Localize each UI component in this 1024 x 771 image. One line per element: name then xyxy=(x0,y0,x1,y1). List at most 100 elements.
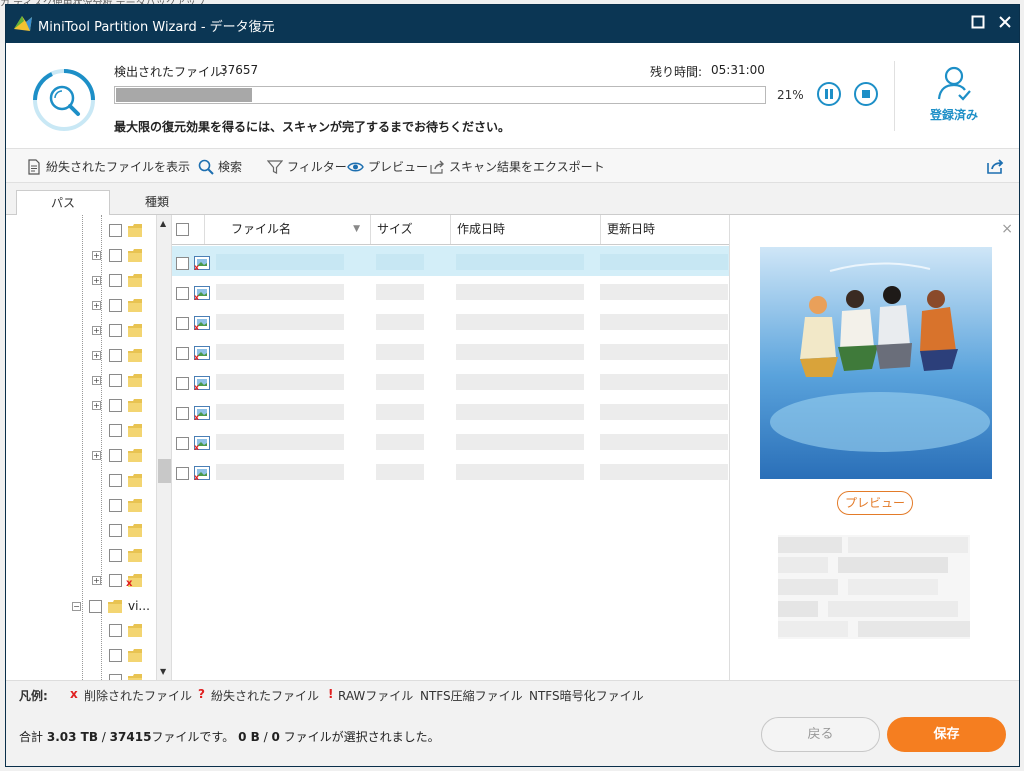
file-row[interactable]: x xyxy=(172,336,729,366)
scrollbar-thumb[interactable] xyxy=(158,459,171,483)
collapse-icon[interactable]: − xyxy=(72,602,81,611)
search-button[interactable]: 検索 xyxy=(198,158,242,175)
tree-node[interactable]: + x xyxy=(6,571,156,591)
tree-scrollbar[interactable]: ▲ ▼ xyxy=(156,215,171,680)
preview-button[interactable]: プレビュー xyxy=(837,491,913,515)
folder-icon xyxy=(128,549,142,562)
select-all-checkbox[interactable] xyxy=(176,223,189,236)
file-row-checkbox[interactable] xyxy=(176,317,189,330)
tree-node[interactable] xyxy=(6,471,156,491)
column-created[interactable]: 作成日時 xyxy=(451,215,601,244)
file-row[interactable]: x xyxy=(172,456,729,486)
back-button[interactable]: 戻る xyxy=(761,717,880,752)
close-icon[interactable] xyxy=(997,15,1013,31)
tree-node[interactable] xyxy=(6,521,156,541)
document-list-icon xyxy=(28,158,40,175)
legend-ntfs-encrypted: NTFS暗号化ファイル xyxy=(529,689,644,703)
folder-icon xyxy=(128,524,142,537)
file-row-checkbox[interactable] xyxy=(176,407,189,420)
tree-node-checkbox[interactable] xyxy=(109,449,122,462)
sort-arrow-icon: ▼ xyxy=(353,224,360,234)
expand-icon[interactable]: + xyxy=(92,326,101,335)
tree-node[interactable] xyxy=(6,646,156,666)
tree-node[interactable]: + xyxy=(6,296,156,316)
file-row-checkbox[interactable] xyxy=(176,257,189,270)
tree-node-checkbox[interactable] xyxy=(109,424,122,437)
filter-button[interactable]: フィルター xyxy=(267,158,347,175)
tree-node[interactable]: + xyxy=(6,321,156,341)
column-modified[interactable]: 更新日時 xyxy=(601,215,729,244)
show-lost-files-button[interactable]: 紛失されたファイルを表示 xyxy=(26,158,190,175)
expand-icon[interactable]: + xyxy=(92,351,101,360)
maximize-icon[interactable] xyxy=(970,15,986,31)
folder-icon xyxy=(128,649,142,662)
expand-icon[interactable]: + xyxy=(92,451,101,460)
preview-close-icon[interactable]: × xyxy=(1001,221,1013,237)
tree-node[interactable] xyxy=(6,421,156,441)
file-row-checkbox[interactable] xyxy=(176,287,189,300)
file-row-checkbox[interactable] xyxy=(176,377,189,390)
expand-icon[interactable]: + xyxy=(92,401,101,410)
file-row-checkbox[interactable] xyxy=(176,467,189,480)
tree-node[interactable]: + xyxy=(6,446,156,466)
tree-node-checkbox[interactable] xyxy=(109,374,122,387)
stop-button[interactable] xyxy=(854,82,878,106)
tree-node[interactable] xyxy=(6,496,156,516)
file-row[interactable]: x xyxy=(172,246,729,276)
registered-user-button[interactable]: 登録済み xyxy=(921,65,987,123)
title-bar[interactable]: MiniTool Partition Wizard - データ復元 xyxy=(6,5,1019,43)
tree-node[interactable]: + xyxy=(6,346,156,366)
scroll-up-arrow-icon[interactable]: ▲ xyxy=(160,219,166,228)
file-row[interactable]: x xyxy=(172,396,729,426)
tree-node-checkbox[interactable] xyxy=(109,499,122,512)
tree-node-checkbox[interactable] xyxy=(109,324,122,337)
save-button[interactable]: 保存 xyxy=(887,717,1006,752)
tree-node[interactable]: + xyxy=(6,271,156,291)
deleted-mark-icon: x xyxy=(70,687,78,701)
tree-node-checkbox[interactable] xyxy=(109,524,122,537)
column-size[interactable]: サイズ xyxy=(371,215,451,244)
tree-node[interactable] xyxy=(6,221,156,241)
preview-toolbar-button[interactable]: プレビュー xyxy=(347,158,428,175)
file-row[interactable]: x xyxy=(172,306,729,336)
tab-path[interactable]: パス xyxy=(16,190,110,216)
expand-icon[interactable]: + xyxy=(92,376,101,385)
column-filename[interactable]: ファイル名 ▼ xyxy=(205,215,371,244)
tree-node-checkbox[interactable] xyxy=(109,224,122,237)
tree-node[interactable]: + xyxy=(6,246,156,266)
scroll-down-arrow-icon[interactable]: ▼ xyxy=(160,667,166,676)
tree-node-checkbox[interactable] xyxy=(109,274,122,287)
tree-node-checkbox[interactable] xyxy=(89,600,102,613)
files-found-label: 検出されたファイル: xyxy=(114,65,227,79)
expand-icon[interactable]: + xyxy=(92,251,101,260)
file-row[interactable]: x xyxy=(172,426,729,456)
file-row[interactable]: x xyxy=(172,366,729,396)
file-row[interactable]: x xyxy=(172,276,729,306)
share-button[interactable] xyxy=(986,158,1004,174)
expand-icon[interactable]: + xyxy=(92,301,101,310)
tree-node[interactable] xyxy=(6,546,156,566)
export-results-button[interactable]: スキャン結果をエクスポート xyxy=(429,158,605,175)
tree-node-checkbox[interactable] xyxy=(109,299,122,312)
tab-type[interactable]: 種類 xyxy=(110,190,204,216)
tree-node-checkbox[interactable] xyxy=(109,574,122,587)
tree-node[interactable] xyxy=(6,621,156,641)
tree-node-vi[interactable]: − vi... xyxy=(6,596,156,616)
tree-node[interactable]: + xyxy=(6,371,156,391)
tree-node-checkbox[interactable] xyxy=(109,349,122,362)
tree-node[interactable] xyxy=(6,671,156,680)
tree-node[interactable]: + xyxy=(6,396,156,416)
tree-node-checkbox[interactable] xyxy=(109,624,122,637)
legend-raw: RAWファイル xyxy=(338,689,414,703)
blurred-cell xyxy=(376,344,424,360)
tree-node-checkbox[interactable] xyxy=(109,474,122,487)
expand-icon[interactable]: + xyxy=(92,276,101,285)
file-row-checkbox[interactable] xyxy=(176,437,189,450)
tree-node-checkbox[interactable] xyxy=(109,399,122,412)
tree-node-checkbox[interactable] xyxy=(109,649,122,662)
expand-icon[interactable]: + xyxy=(92,576,101,585)
pause-button[interactable] xyxy=(817,82,841,106)
tree-node-checkbox[interactable] xyxy=(109,249,122,262)
tree-node-checkbox[interactable] xyxy=(109,549,122,562)
file-row-checkbox[interactable] xyxy=(176,347,189,360)
